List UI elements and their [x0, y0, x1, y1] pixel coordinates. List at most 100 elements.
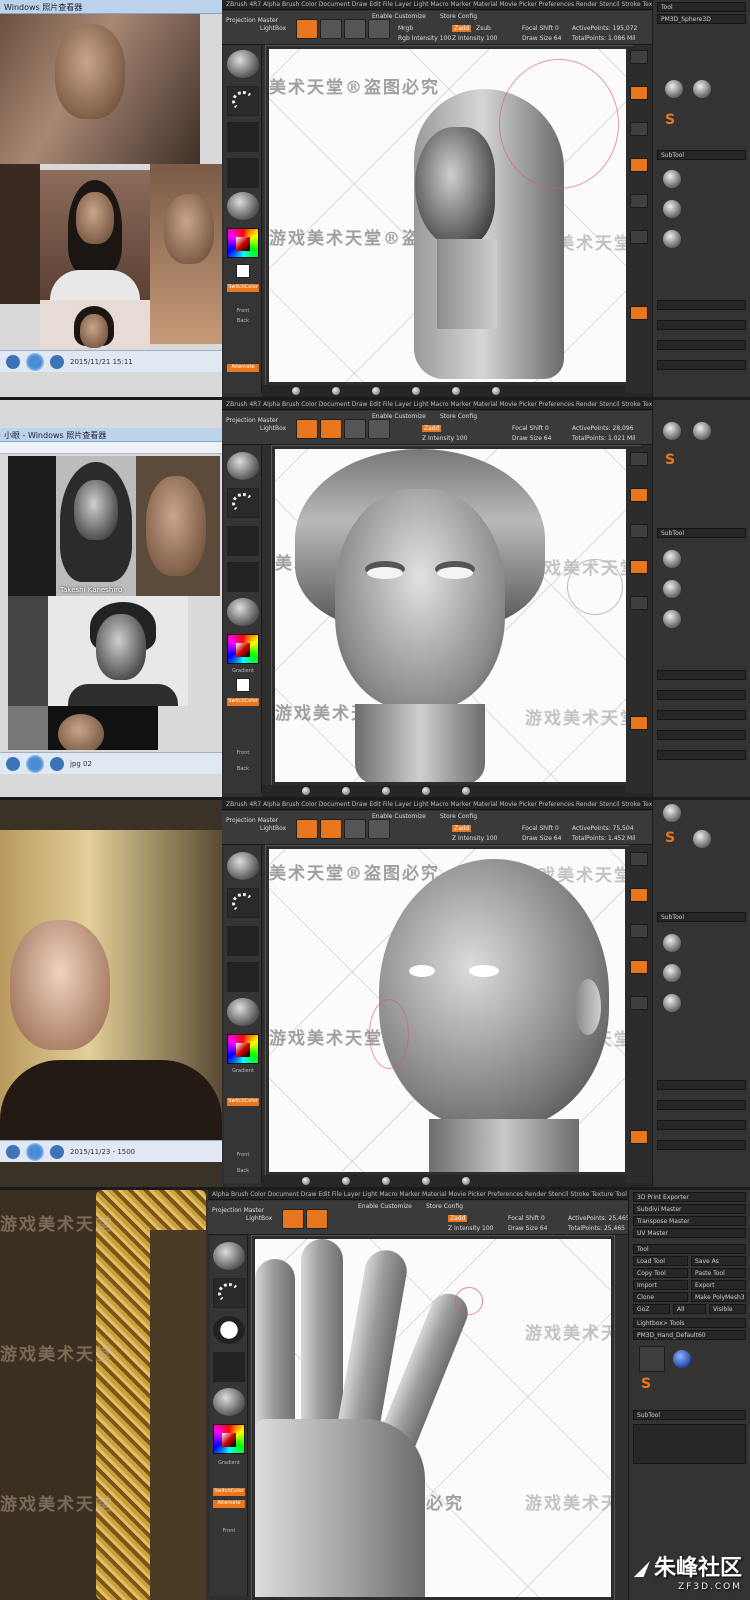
sphere-brush-icon[interactable]	[227, 852, 259, 880]
tool-palette-row[interactable]	[657, 750, 746, 760]
projection-master-button[interactable]: Projection Master	[212, 1207, 264, 1214]
zplugin-item[interactable]: 3D Print Exporter	[633, 1192, 746, 1202]
subtool-thumbnail[interactable]	[663, 964, 681, 982]
subtool-header[interactable]: SubTool	[657, 150, 746, 160]
color-picker-icon[interactable]	[227, 634, 259, 664]
material-ball-icon[interactable]	[302, 787, 310, 795]
zbrush-canvas[interactable]: 美术天堂®盗图必究 游戏美术天堂®盗图必究 游戏美术天堂 游戏美术天堂	[265, 845, 629, 1176]
gradient-toggle[interactable]: Gradient	[227, 1068, 259, 1074]
subtool-thumbnail[interactable]	[663, 610, 681, 628]
draw-size-slider[interactable]: Draw Size 64	[508, 1225, 547, 1232]
material-ball-icon[interactable]	[372, 387, 380, 395]
material-ball-icon[interactable]	[422, 787, 430, 795]
frame-icon[interactable]	[630, 596, 648, 610]
back-button[interactable]: Back	[227, 766, 259, 772]
front-button[interactable]: Front	[227, 1152, 259, 1158]
edit-mode-button[interactable]	[296, 419, 318, 439]
lightbox-button[interactable]: LightBox	[246, 1215, 272, 1222]
enable-customize-button[interactable]: Enable Customize	[372, 413, 426, 420]
tool-palette-row[interactable]	[657, 710, 746, 720]
subtool-header[interactable]: SubTool	[633, 1410, 746, 1420]
enable-customize-button[interactable]: Enable Customize	[372, 13, 426, 20]
zbrush-canvas[interactable]: 游戏美术天堂 游戏美术天堂®盗图必究 游戏美术天堂	[251, 1235, 615, 1600]
back-button[interactable]: Back	[227, 1168, 259, 1174]
lightbox-button[interactable]: LightBox	[260, 25, 286, 32]
material-ball-icon[interactable]	[332, 387, 340, 395]
enable-customize-button[interactable]: Enable Customize	[358, 1203, 412, 1210]
tool-thumbnail[interactable]	[693, 830, 711, 848]
material-ball-icon[interactable]	[302, 1177, 310, 1185]
local-button[interactable]	[630, 158, 648, 172]
bpr-button[interactable]	[630, 852, 648, 866]
matcap-gray-icon[interactable]	[227, 998, 259, 1026]
tool-thumbnail[interactable]	[665, 80, 683, 98]
front-button[interactable]: Front	[227, 750, 259, 756]
persp-button[interactable]	[630, 488, 648, 502]
scale-mode-button[interactable]	[368, 419, 390, 439]
draw-mode-button[interactable]	[306, 1209, 328, 1229]
zplugin-item[interactable]: Subdivi Master	[633, 1204, 746, 1214]
load-tool-button[interactable]: Load Tool	[633, 1256, 688, 1266]
lightbox-tools-button[interactable]: Lightbox> Tools	[633, 1318, 746, 1328]
alpha-preview-icon[interactable]	[213, 1316, 245, 1344]
material-ball-icon[interactable]	[412, 387, 420, 395]
subtool-thumbnail[interactable]	[663, 550, 681, 568]
nav-arrow-icon[interactable]	[50, 1144, 64, 1159]
material-ball-icon[interactable]	[452, 387, 460, 395]
material-ball-icon[interactable]	[492, 387, 500, 395]
material-ball-icon[interactable]	[382, 787, 390, 795]
focal-shift-slider[interactable]: Focal Shift 0	[522, 25, 559, 32]
play-button-icon[interactable]	[26, 754, 44, 773]
move-mode-button[interactable]	[344, 419, 366, 439]
mrgb-button[interactable]: Mrgb	[398, 25, 413, 32]
polyf-button[interactable]	[630, 716, 648, 730]
current-tool-name[interactable]: PM3D_Hand_Default60	[633, 1330, 746, 1340]
focal-shift-slider[interactable]: Focal Shift 0	[512, 425, 549, 432]
play-button-icon[interactable]	[26, 352, 44, 371]
zsub-button[interactable]: Zsub	[476, 25, 491, 32]
tool-palette-row[interactable]	[657, 300, 746, 310]
texture-off-slot[interactable]	[227, 962, 259, 992]
color-picker-icon[interactable]	[227, 1034, 259, 1064]
zadd-button[interactable]: Zadd	[452, 825, 472, 832]
material-ball-icon[interactable]	[382, 1177, 390, 1185]
subtool-thumbnail[interactable]	[663, 200, 681, 218]
nav-arrow-icon[interactable]	[6, 1144, 20, 1159]
paste-tool-button[interactable]: Paste Tool	[691, 1268, 746, 1278]
edit-mode-button[interactable]	[296, 819, 318, 839]
matcap-gray-icon[interactable]	[213, 1388, 245, 1416]
frame-icon[interactable]	[630, 194, 648, 208]
color-picker-icon[interactable]	[213, 1424, 245, 1454]
dots-stroke-icon[interactable]	[227, 488, 259, 518]
make-polymesh-button[interactable]: Make PolyMesh3D	[691, 1292, 746, 1302]
zplugin-item[interactable]: Transpose Master	[633, 1216, 746, 1226]
move-button[interactable]	[630, 230, 648, 244]
floor-button[interactable]	[630, 924, 648, 938]
clone-button[interactable]: Clone	[633, 1292, 688, 1302]
export-button[interactable]: Export	[691, 1280, 746, 1290]
tool-palette-title[interactable]: Tool	[633, 1244, 746, 1254]
material-ball-icon[interactable]	[342, 1177, 350, 1185]
draw-size-slider[interactable]: Draw Size 64	[522, 835, 561, 842]
draw-mode-button[interactable]	[320, 19, 342, 39]
local-button[interactable]	[630, 960, 648, 974]
store-config-button[interactable]: Store Config	[440, 413, 477, 420]
store-config-button[interactable]: Store Config	[426, 1203, 463, 1210]
tool-palette-row[interactable]	[657, 320, 746, 330]
nav-arrow-icon[interactable]	[6, 756, 20, 771]
visible-button[interactable]: Visible	[709, 1304, 746, 1314]
z-intensity-slider[interactable]: Z Intensity 100	[422, 435, 468, 442]
draw-mode-button[interactable]	[320, 419, 342, 439]
local-button[interactable]	[630, 560, 648, 574]
matcap-gray-icon[interactable]	[227, 192, 259, 220]
alternate-button[interactable]: Alternate	[227, 364, 259, 372]
focal-shift-slider[interactable]: Focal Shift 0	[508, 1215, 545, 1222]
tool-palette-row[interactable]	[657, 670, 746, 680]
material-ball-icon[interactable]	[292, 387, 300, 395]
subtool-thumbnail[interactable]	[663, 580, 681, 598]
lightbox-button[interactable]: LightBox	[260, 425, 286, 432]
bpr-button[interactable]	[630, 452, 648, 466]
scale-mode-button[interactable]	[368, 19, 390, 39]
zbrush-canvas[interactable]: 美术天堂®盗图必究 游戏美术天堂®盗图必究 游戏美术天堂	[265, 45, 633, 386]
nav-arrow-icon[interactable]	[50, 354, 64, 369]
